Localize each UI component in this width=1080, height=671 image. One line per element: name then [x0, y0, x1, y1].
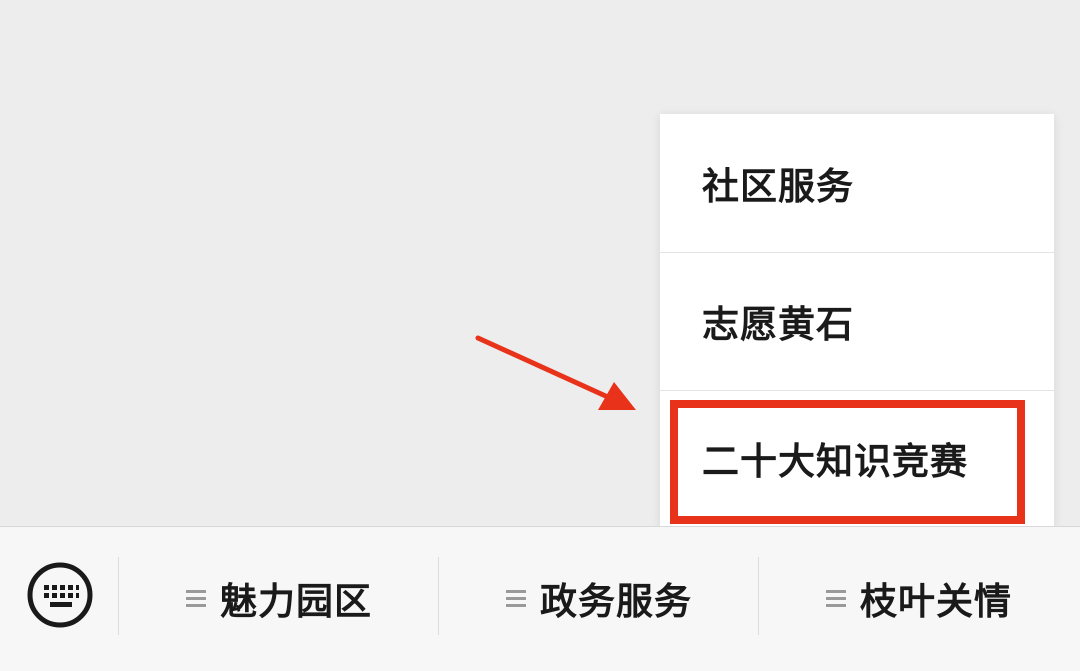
menu-button-government-services[interactable]: 政务服务: [439, 545, 759, 651]
keyboard-icon: [27, 562, 93, 628]
annotation-arrow-icon: [475, 335, 636, 410]
menu-button-label: 魅力园区: [220, 580, 372, 623]
keyboard-toggle-button[interactable]: [24, 559, 96, 631]
submenu-item-label: 志愿黄石: [702, 303, 854, 346]
menu-lines-icon: [826, 589, 846, 607]
menu-button-label: 枝叶关情: [860, 580, 1012, 623]
menu-lines-icon: [506, 589, 526, 607]
menu-button-branches-leaves[interactable]: 枝叶关情: [759, 545, 1079, 651]
bottom-menu-bar: 魅力园区 政务服务 枝叶关情: [0, 526, 1080, 671]
menu-button-label: 政务服务: [540, 580, 692, 623]
submenu-item-knowledge-contest[interactable]: 二十大知识竞赛: [660, 390, 1054, 526]
submenu-item-label: 二十大知识竞赛: [702, 440, 968, 483]
chat-screen: 社区服务 志愿黄石 二十大知识竞赛 魅力园区 政务服务 枝叶关情: [0, 0, 1080, 671]
menu-button-charm-park[interactable]: 魅力园区: [119, 545, 439, 651]
submenu-item-volunteer-huangshi[interactable]: 志愿黄石: [660, 252, 1054, 390]
submenu-item-label: 社区服务: [702, 165, 854, 208]
submenu-popup: 社区服务 志愿黄石 二十大知识竞赛: [660, 114, 1054, 526]
submenu-item-community-service[interactable]: 社区服务: [660, 114, 1054, 252]
menu-lines-icon: [186, 589, 206, 607]
